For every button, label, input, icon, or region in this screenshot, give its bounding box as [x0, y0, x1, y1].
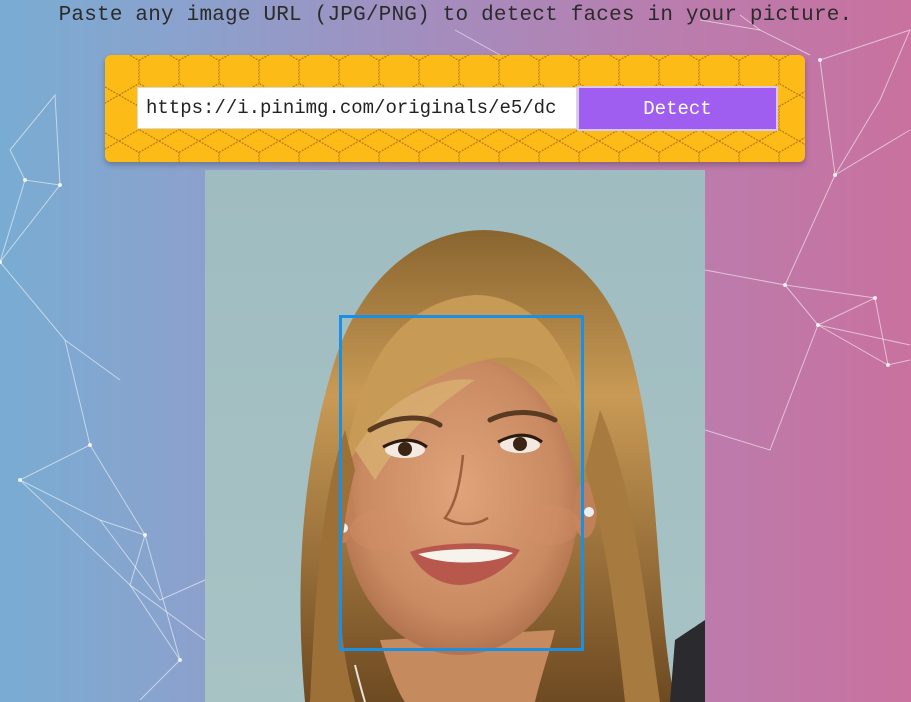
face-detection-box [339, 315, 584, 651]
image-url-input[interactable] [137, 87, 577, 129]
url-form-panel: Detect [105, 55, 805, 162]
instruction-text: Paste any image URL (JPG/PNG) to detect … [58, 4, 853, 27]
detect-button[interactable]: Detect [577, 86, 778, 131]
analyzed-photo [205, 170, 705, 702]
